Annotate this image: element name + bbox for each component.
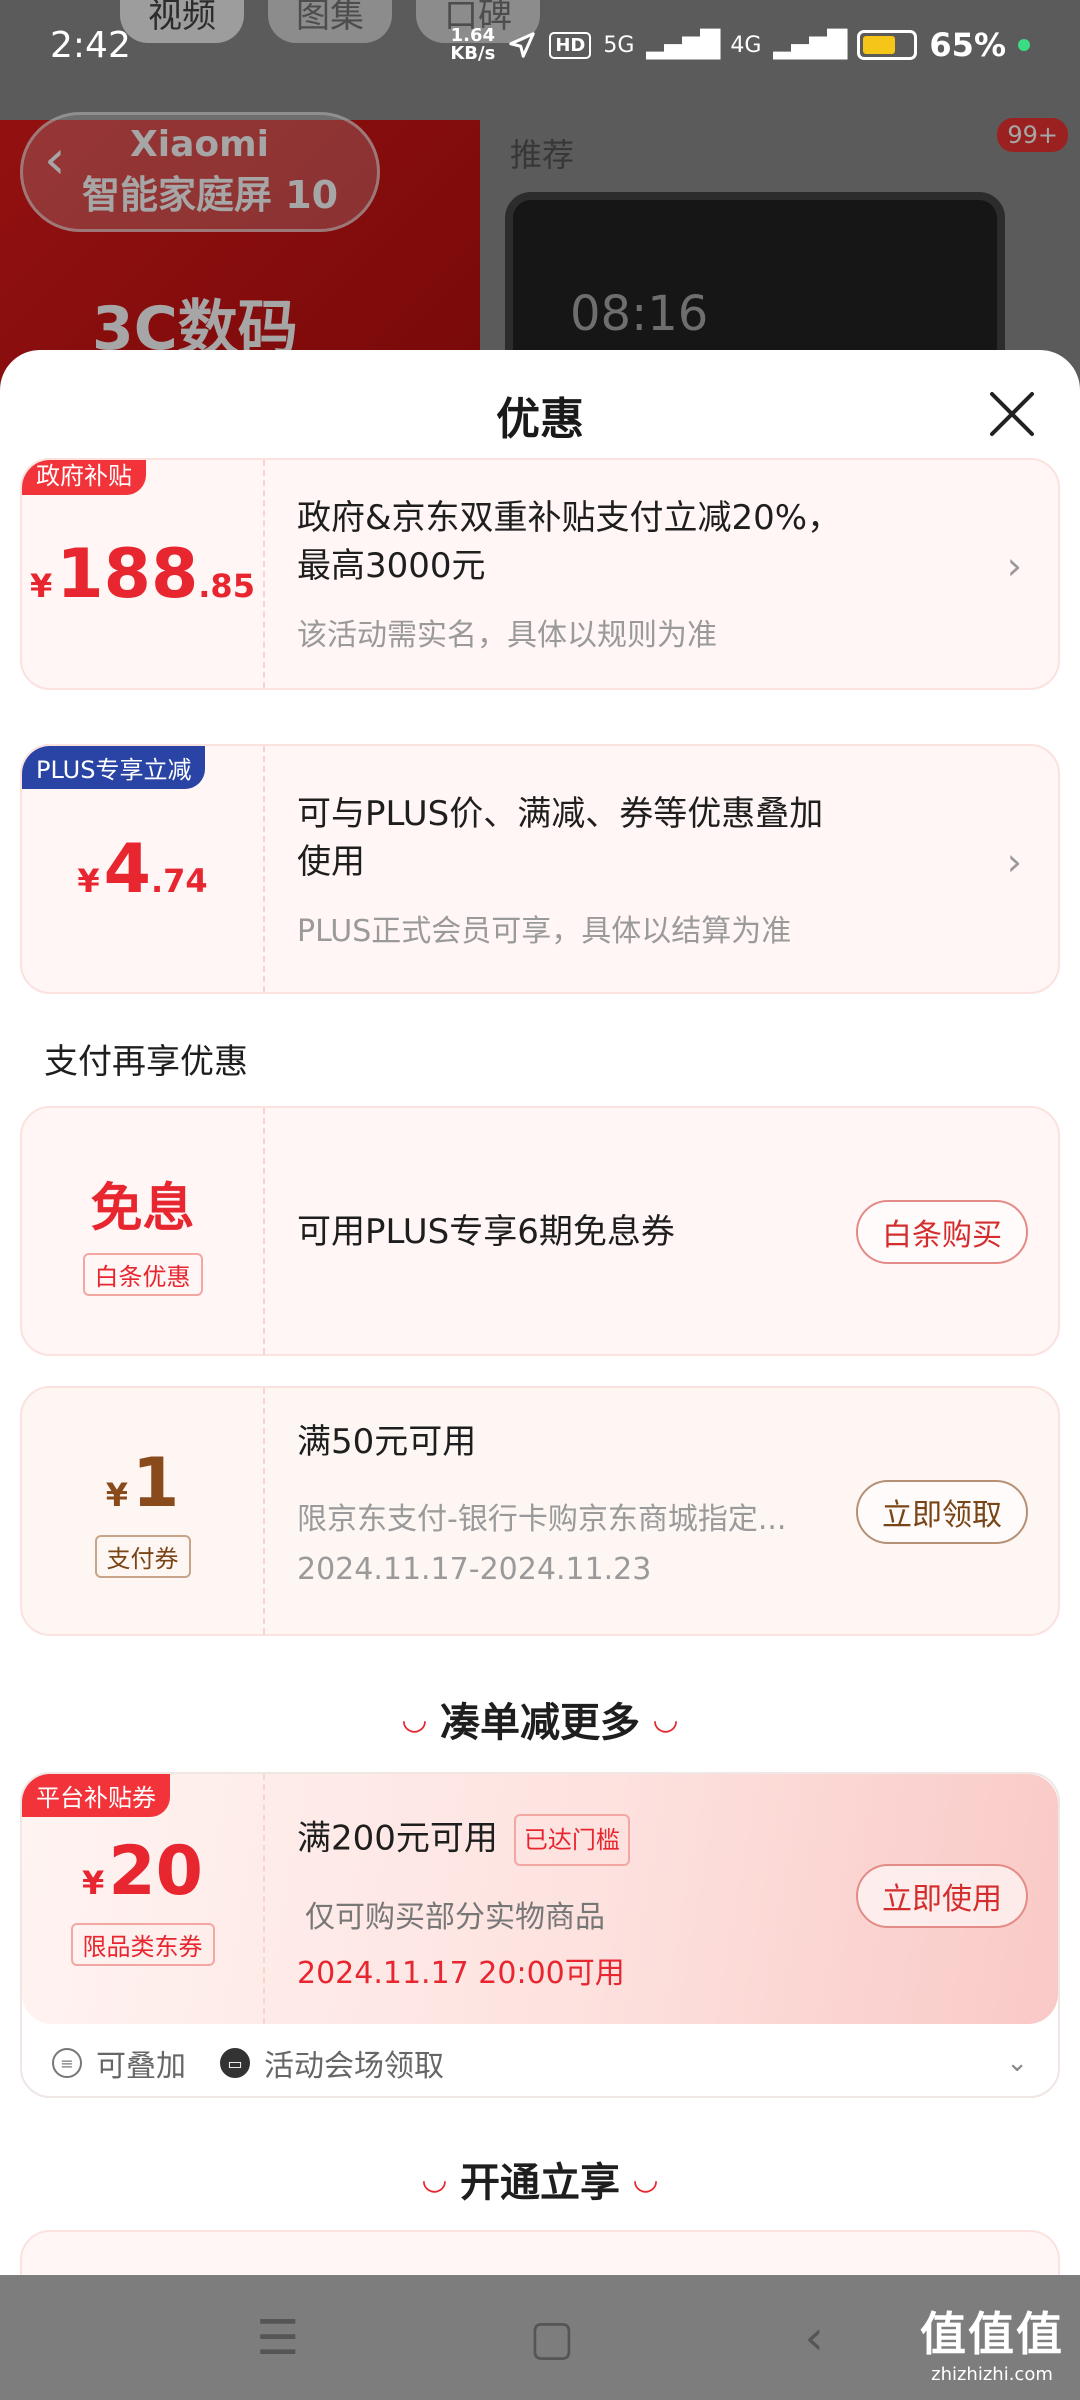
ticket-icon: ▭ <box>220 2048 250 2078</box>
offer-title-line1: 可与PLUS价、满减、券等优惠叠加 <box>297 794 824 834</box>
stackable-label: 可叠加 <box>96 2049 186 2084</box>
platform-coupon-price: ¥ 20 <box>82 1832 203 1911</box>
baitiao-headline: 免息 <box>90 1179 195 1239</box>
platform-coupon-tag: 平台补贴券 <box>22 1774 170 1817</box>
pay-coupon-title: 满50元可用 <box>297 1422 477 1462</box>
offer-subtitle: PLUS正式会员可享，具体以结算为准 <box>297 914 792 949</box>
open-heading-text: 开通立享 <box>460 2160 620 2206</box>
subsidy-tag: 政府补贴 <box>22 460 146 495</box>
signal-icon: ▂▄▆█ <box>646 30 720 60</box>
price-decimal: .74 <box>150 861 208 900</box>
source-label: 活动会场领取 <box>264 2049 444 2084</box>
status-bar: 2:42 1.64 KB/s HD 5G ▂▄▆█ 4G ▂▄▆█ 65% <box>0 0 1080 90</box>
offer-title-line1: 政府&京东双重补贴支付立减20%， <box>297 498 842 538</box>
smile-right-icon: ◡ <box>634 2161 658 2197</box>
home-icon[interactable]: ▢ <box>529 2310 574 2366</box>
price-integer: 4 <box>103 829 151 909</box>
price-decimal: .85 <box>198 566 255 605</box>
threshold-reached-badge: 已达门槛 <box>513 1814 630 1866</box>
offer-card-subsidy[interactable]: 政府补贴 ¥ 188 .85 政府&京东双重补贴支付立减20%， 最高3000元… <box>20 458 1060 690</box>
plus-tag: PLUS专享立减 <box>22 746 206 789</box>
offer-title-line2: 使用 <box>297 842 365 882</box>
network-5g: 5G <box>603 32 635 58</box>
price-integer: 1 <box>131 1444 180 1523</box>
platform-coupon-details: 满200元可用 已达门槛 仅可购买部分实物商品 2024.11.17 20:00可… <box>297 1774 1028 2024</box>
system-nav-bar: ☰ ▢ ‹ <box>0 2275 1080 2400</box>
battery-percent: 65% <box>929 26 1006 64</box>
pay-coupon-details: 满50元可用 限京东支付-银行卡购京东商城指定... 2024.11.17-20… <box>297 1388 1028 1634</box>
baitiao-card[interactable]: 免息 白条优惠 可用PLUS专享6期免息券 白条购买 <box>20 1106 1060 1356</box>
offer-details: 可与PLUS价、满减、券等优惠叠加 使用 PLUS正式会员可享，具体以结算为准 … <box>297 746 1028 992</box>
chevron-right-icon: › <box>1006 544 1022 588</box>
price-integer: 20 <box>108 1832 203 1911</box>
close-icon[interactable] <box>984 386 1040 442</box>
price-symbol: ¥ <box>82 1864 105 1902</box>
menu-icon[interactable]: ☰ <box>256 2310 299 2366</box>
watermark: 值值值 zhizhizhi.com <box>920 2298 1064 2385</box>
offer-price: ¥ 188 .85 <box>30 535 255 614</box>
price-integer: 188 <box>56 534 199 614</box>
pay-coupon-amount: ¥ 1 支付券 <box>22 1388 265 1634</box>
smile-left-icon: ◡ <box>422 2161 446 2197</box>
location-icon <box>509 32 536 58</box>
more-heading: ◡ 凑单减更多 ◡ <box>0 1690 1080 1748</box>
pay-coupon-badge: 支付券 <box>94 1535 191 1578</box>
baitiao-buy-button[interactable]: 白条购买 <box>856 1200 1028 1264</box>
offer-subtitle: 该活动需实名，具体以规则为准 <box>297 618 717 653</box>
open-heading: ◡ 开通立享 ◡ <box>0 2150 1080 2208</box>
next-offer-card[interactable] <box>20 2230 1060 2275</box>
back-nav-icon[interactable]: ‹ <box>805 2310 824 2366</box>
pay-section-label: 支付再享优惠 <box>44 1042 248 1082</box>
chevron-right-icon: › <box>1006 840 1022 884</box>
offer-card-plus[interactable]: PLUS专享立减 ¥ 4 .74 可与PLUS价、满减、券等优惠叠加 使用 PL… <box>20 744 1060 994</box>
network-speed: 1.64 KB/s <box>450 27 495 63</box>
hd-icon: HD <box>549 31 592 59</box>
offer-details: 政府&京东双重补贴支付立减20%， 最高3000元 该活动需实名，具体以规则为准… <box>297 460 1028 688</box>
sheet-title: 优惠 <box>496 394 584 445</box>
stack-icon: ≡ <box>52 2048 82 2078</box>
offer-title: 可与PLUS价、满减、券等优惠叠加 使用 <box>297 790 823 886</box>
price-symbol: ¥ <box>30 566 53 605</box>
offer-price: ¥ 4 .74 <box>77 830 207 909</box>
platform-coupon-card[interactable]: 平台补贴券 ¥ 20 限品类东券 满200元可用 已达门槛 仅可购买部分实物商品 … <box>20 1772 1060 2098</box>
platform-coupon-title: 满200元可用 <box>297 1818 498 1859</box>
offers-sheet: 优惠 政府补贴 ¥ 188 .85 政府&京东双重补贴支付立减20%， 最高30… <box>0 350 1080 2275</box>
platform-coupon-body: 平台补贴券 ¥ 20 限品类东券 满200元可用 已达门槛 仅可购买部分实物商品 … <box>22 1774 1058 2024</box>
pay-coupon-card[interactable]: ¥ 1 支付券 满50元可用 限京东支付-银行卡购京东商城指定... 2024.… <box>20 1386 1060 1636</box>
baitiao-badge: 白条优惠 <box>82 1253 203 1296</box>
privacy-dot-icon <box>1018 39 1030 51</box>
smile-left-icon: ◡ <box>402 1701 426 1737</box>
battery-level <box>863 36 895 54</box>
platform-coupon-desc: 仅可购买部分实物商品 <box>305 1900 605 1935</box>
price-symbol: ¥ <box>105 1476 128 1514</box>
price-symbol: ¥ <box>77 861 100 900</box>
pay-coupon-price: ¥ 1 <box>106 1444 180 1523</box>
pay-coupon-desc: 限京东支付-银行卡购京东商城指定... <box>297 1502 787 1537</box>
battery-icon <box>857 30 918 60</box>
baitiao-text: 可用PLUS专享6期免息券 <box>297 1212 675 1252</box>
signal-icon-2: ▂▄▆█ <box>773 30 847 60</box>
claim-button[interactable]: 立即领取 <box>856 1480 1028 1544</box>
more-heading-text: 凑单减更多 <box>440 1700 640 1746</box>
watermark-logo: 值值值 <box>920 2307 1064 2361</box>
use-coupon-button[interactable]: 立即使用 <box>856 1864 1028 1928</box>
network-4g: 4G <box>730 32 762 58</box>
platform-coupon-footer: ≡ 可叠加 ▭ 活动会场领取 ⌄ <box>52 2038 1028 2088</box>
offer-title: 政府&京东双重补贴支付立减20%， 最高3000元 <box>297 494 841 590</box>
status-time: 2:42 <box>50 24 131 66</box>
platform-coupon-title-row: 满200元可用 已达门槛 <box>297 1814 630 1866</box>
baitiao-amount: 免息 白条优惠 <box>22 1108 265 1354</box>
speed-unit: KB/s <box>450 43 496 64</box>
platform-coupon-badge: 限品类东券 <box>70 1923 215 1966</box>
chevron-down-icon[interactable]: ⌄ <box>1006 2048 1028 2078</box>
smile-right-icon: ◡ <box>654 1701 678 1737</box>
offer-title-line2: 最高3000元 <box>297 546 486 586</box>
pay-coupon-dates: 2024.11.17-2024.11.23 <box>297 1552 652 1587</box>
baitiao-details: 可用PLUS专享6期免息券 白条购买 <box>297 1108 1028 1354</box>
watermark-url: zhizhizhi.com <box>931 2364 1053 2385</box>
platform-coupon-time: 2024.11.17 20:00可用 <box>297 1956 625 1991</box>
